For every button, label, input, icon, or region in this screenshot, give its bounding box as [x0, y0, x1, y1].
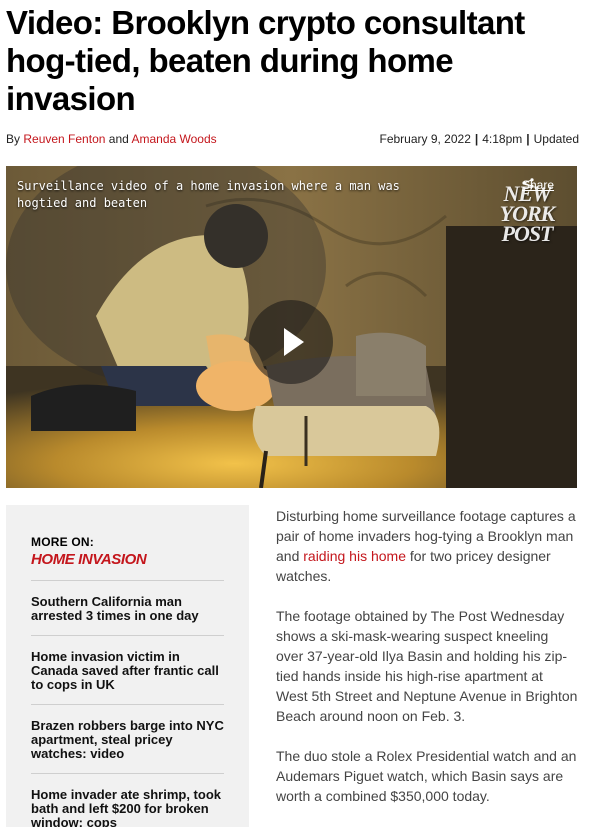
headline: Video: Brooklyn crypto consultant hog-ti… — [6, 4, 525, 117]
related-article-link[interactable]: Home invasion victim in Canada saved aft… — [31, 635, 224, 704]
more-on-label: MORE ON: — [31, 535, 94, 549]
publish-meta: February 9, 2022 | 4:18pm | Updated — [379, 132, 579, 146]
article-body: Disturbing home surveillance footage cap… — [276, 506, 578, 826]
author-link-1[interactable]: Reuven Fenton — [23, 132, 105, 146]
authors: By Reuven Fenton and Amanda Woods — [6, 132, 217, 146]
related-list: Southern California man arrested 3 times… — [31, 580, 224, 827]
inline-link[interactable]: raiding his home — [303, 548, 406, 564]
updated-label: Updated — [533, 132, 579, 146]
byline: By Reuven Fenton and Amanda Woods Februa… — [6, 132, 579, 146]
paragraph-2: The footage obtained by The Post Wednesd… — [276, 608, 578, 724]
related-article-link[interactable]: Brazen robbers barge into NYC apartment,… — [31, 704, 224, 773]
publish-date: February 9, 2022 — [379, 132, 471, 146]
author-link-2[interactable]: Amanda Woods — [131, 132, 216, 146]
byline-prefix: By — [6, 132, 21, 146]
share-button[interactable]: Share — [522, 178, 554, 192]
share-icon — [522, 178, 534, 188]
paragraph-3: The duo stole a Rolex Presidential watch… — [276, 748, 577, 804]
nypost-logo: NEW YORK POST — [486, 183, 568, 246]
play-button[interactable] — [249, 300, 333, 384]
video-caption: Surveillance video of a home invasion wh… — [17, 179, 400, 210]
related-article-link[interactable]: Home invader ate shrimp, took bath and l… — [31, 773, 224, 827]
topic-link[interactable]: HOME INVASION — [31, 551, 224, 568]
publish-time: 4:18pm — [482, 132, 523, 146]
more-on-sidebar: MORE ON: HOME INVASION Southern Californ… — [6, 505, 249, 827]
video-player[interactable]: Surveillance video of a home invasion wh… — [6, 166, 577, 488]
logo-line-3: POST — [501, 221, 554, 246]
paragraph-1: Disturbing home surveillance footage cap… — [276, 506, 578, 586]
related-article-link[interactable]: Southern California man arrested 3 times… — [31, 580, 224, 635]
byline-conj: and — [108, 132, 129, 146]
